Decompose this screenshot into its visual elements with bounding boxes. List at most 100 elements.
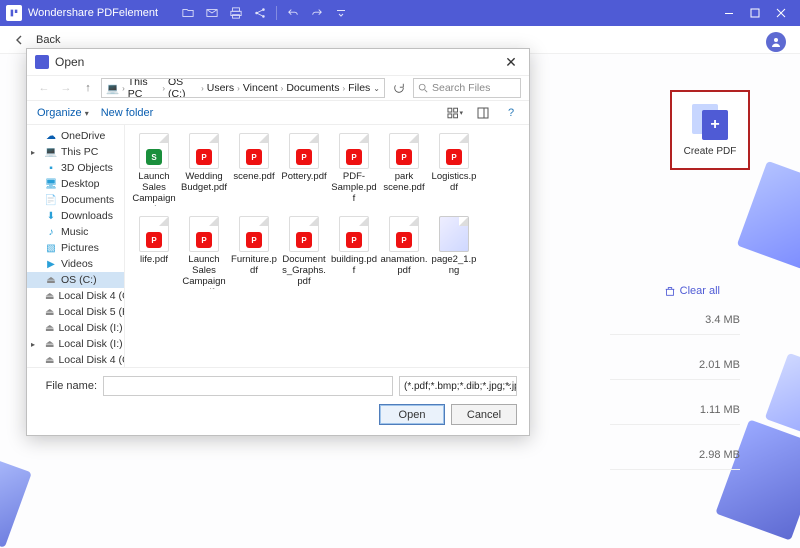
file-item[interactable]: PFurniture.pdf [230, 216, 278, 289]
file-type-filter[interactable]: (*.pdf;*.bmp;*.dib;*.jpg;*.jpeg;*.jp [399, 376, 517, 396]
pc-icon: 💻 [45, 146, 57, 158]
file-name-input[interactable] [103, 376, 393, 396]
file-item[interactable]: Pbuilding.pdf [330, 216, 378, 289]
tree-item[interactable]: ▸⏏Local Disk (I:) [27, 336, 124, 352]
file-item[interactable]: P Logistics.pdf [430, 133, 478, 206]
drive-icon: ⏏ [45, 290, 54, 302]
file-name: Logistics.pdf [430, 172, 478, 194]
refresh-icon[interactable] [389, 78, 409, 98]
clear-all-button[interactable]: Clear all [664, 285, 720, 297]
chevron-down-icon[interactable]: ⌄ [373, 84, 380, 93]
minimize-button[interactable] [716, 0, 742, 26]
file-name: Wedding Budget.pdf [180, 172, 228, 194]
pdf-file-icon: P [189, 216, 219, 252]
open-button[interactable]: Open [379, 404, 445, 425]
print-icon[interactable] [227, 4, 245, 22]
organize-button[interactable]: Organize ▾ [37, 107, 89, 119]
file-item[interactable]: PPDF-Sample.pdf [330, 133, 378, 206]
breadcrumb-item[interactable]: OS (C:) [168, 78, 198, 98]
recent-size: 2.98 MB [610, 445, 740, 470]
folder-tree[interactable]: ☁OneDrive▸💻This PC▪3D Objects🖥Desktop📄Do… [27, 125, 125, 367]
file-item[interactable]: page2_1.png [430, 216, 478, 289]
view-options-icon[interactable]: ▾ [447, 105, 463, 121]
file-grid[interactable]: SLaunch Sales Campaigns.xlsxPWedding Bud… [125, 125, 529, 367]
cancel-button[interactable]: Cancel [451, 404, 517, 425]
file-item[interactable]: Panamation.pdf [380, 216, 428, 289]
tree-item-label: Music [61, 226, 88, 238]
file-item[interactable]: PLaunch Sales Campaigns.pdf [180, 216, 228, 289]
breadcrumb-item[interactable]: Files [348, 82, 370, 94]
open-folder-icon[interactable] [179, 4, 197, 22]
tree-item-label: Pictures [61, 242, 99, 254]
user-avatar[interactable] [766, 32, 786, 52]
create-pdf-button[interactable]: + Create PDF [670, 90, 750, 170]
new-folder-button[interactable]: New folder [101, 107, 154, 119]
tree-item[interactable]: ⬇Downloads [27, 208, 124, 224]
file-item[interactable]: PPottery.pdf [280, 133, 328, 206]
tree-item[interactable]: ⏏Local Disk 4 (G:) [27, 352, 124, 367]
tree-item[interactable]: ▶Videos [27, 256, 124, 272]
file-item[interactable]: SLaunch Sales Campaigns.xlsx [130, 133, 178, 206]
breadcrumb[interactable]: 💻 ›This PC ›OS (C:) ›Users ›Vincent ›Doc… [101, 78, 385, 98]
nav-forward-icon[interactable]: → [57, 79, 75, 97]
tree-item-label: This PC [61, 146, 98, 158]
tree-item[interactable]: ⏏ Local Disk (I:) [27, 320, 124, 336]
pdf-file-icon: P [439, 133, 469, 169]
dialog-icon [35, 55, 49, 69]
file-item[interactable]: Plife.pdf [130, 216, 178, 289]
maximize-button[interactable] [742, 0, 768, 26]
file-name: Furniture.pdf [230, 255, 278, 277]
tree-item-label: Desktop [61, 178, 100, 190]
cloud-icon: ☁ [45, 130, 57, 142]
breadcrumb-item[interactable]: Users [207, 82, 234, 94]
png-file-icon [439, 216, 469, 252]
tree-item[interactable]: ▪3D Objects [27, 160, 124, 176]
back-label[interactable]: Back [36, 34, 60, 46]
file-item[interactable]: PWedding Budget.pdf [180, 133, 228, 206]
breadcrumb-item[interactable]: Vincent [243, 82, 278, 94]
nav-up-icon[interactable]: ↑ [79, 79, 97, 97]
file-name: scene.pdf [233, 172, 274, 183]
cube-icon: ▪ [45, 162, 57, 174]
separator [276, 6, 277, 20]
redo-icon[interactable] [308, 4, 326, 22]
recent-size: 2.01 MB [610, 355, 740, 380]
download-icon: ⬇ [45, 210, 57, 222]
decoration [765, 353, 800, 438]
drive-icon: ⏏ [45, 322, 54, 334]
file-item[interactable]: PDocuments_Graphs.pdf [280, 216, 328, 289]
undo-icon[interactable] [284, 4, 302, 22]
tree-item[interactable]: ⏏OS (C:) [27, 272, 124, 288]
breadcrumb-pc-icon: 💻 [106, 82, 119, 95]
file-item[interactable]: Pscene.pdf [230, 133, 278, 206]
tree-item[interactable]: ⏏Local Disk 4 (G:) [27, 288, 124, 304]
tree-item[interactable]: ▸💻This PC [27, 144, 124, 160]
breadcrumb-item[interactable]: This PC [128, 78, 160, 98]
tree-item-label: Local Disk (I:) [58, 322, 122, 334]
tree-item[interactable]: ⏏Local Disk 5 (H:) [27, 304, 124, 320]
help-icon[interactable]: ? [503, 105, 519, 121]
tree-item[interactable]: 🖥Desktop [27, 176, 124, 192]
search-input[interactable]: Search Files [413, 78, 521, 98]
file-name-label: File name: [39, 380, 97, 392]
close-button[interactable] [768, 0, 794, 26]
nav-back-icon[interactable]: ← [35, 79, 53, 97]
tree-item[interactable]: 📄Documents [27, 192, 124, 208]
file-name: anamation.pdf [380, 255, 428, 277]
tree-item[interactable]: ▧Pictures [27, 240, 124, 256]
file-name: Launch Sales Campaigns.pdf [180, 255, 228, 289]
dialog-close-button[interactable]: ✕ [501, 52, 521, 72]
drive-icon: ⏏ [45, 338, 54, 350]
tree-item[interactable]: ☁OneDrive [27, 128, 124, 144]
dropdown-icon[interactable] [332, 4, 350, 22]
back-arrow-icon[interactable] [12, 32, 28, 48]
breadcrumb-item[interactable]: Documents [286, 82, 339, 94]
preview-pane-icon[interactable] [475, 105, 491, 121]
share-icon[interactable] [251, 4, 269, 22]
file-item[interactable]: Ppark scene.pdf [380, 133, 428, 206]
tree-item[interactable]: ♪Music [27, 224, 124, 240]
dialog-header: Open ✕ [27, 49, 529, 75]
pdf-file-icon: P [289, 133, 319, 169]
file-name: Launch Sales Campaigns.xlsx [130, 172, 178, 206]
mail-icon[interactable] [203, 4, 221, 22]
